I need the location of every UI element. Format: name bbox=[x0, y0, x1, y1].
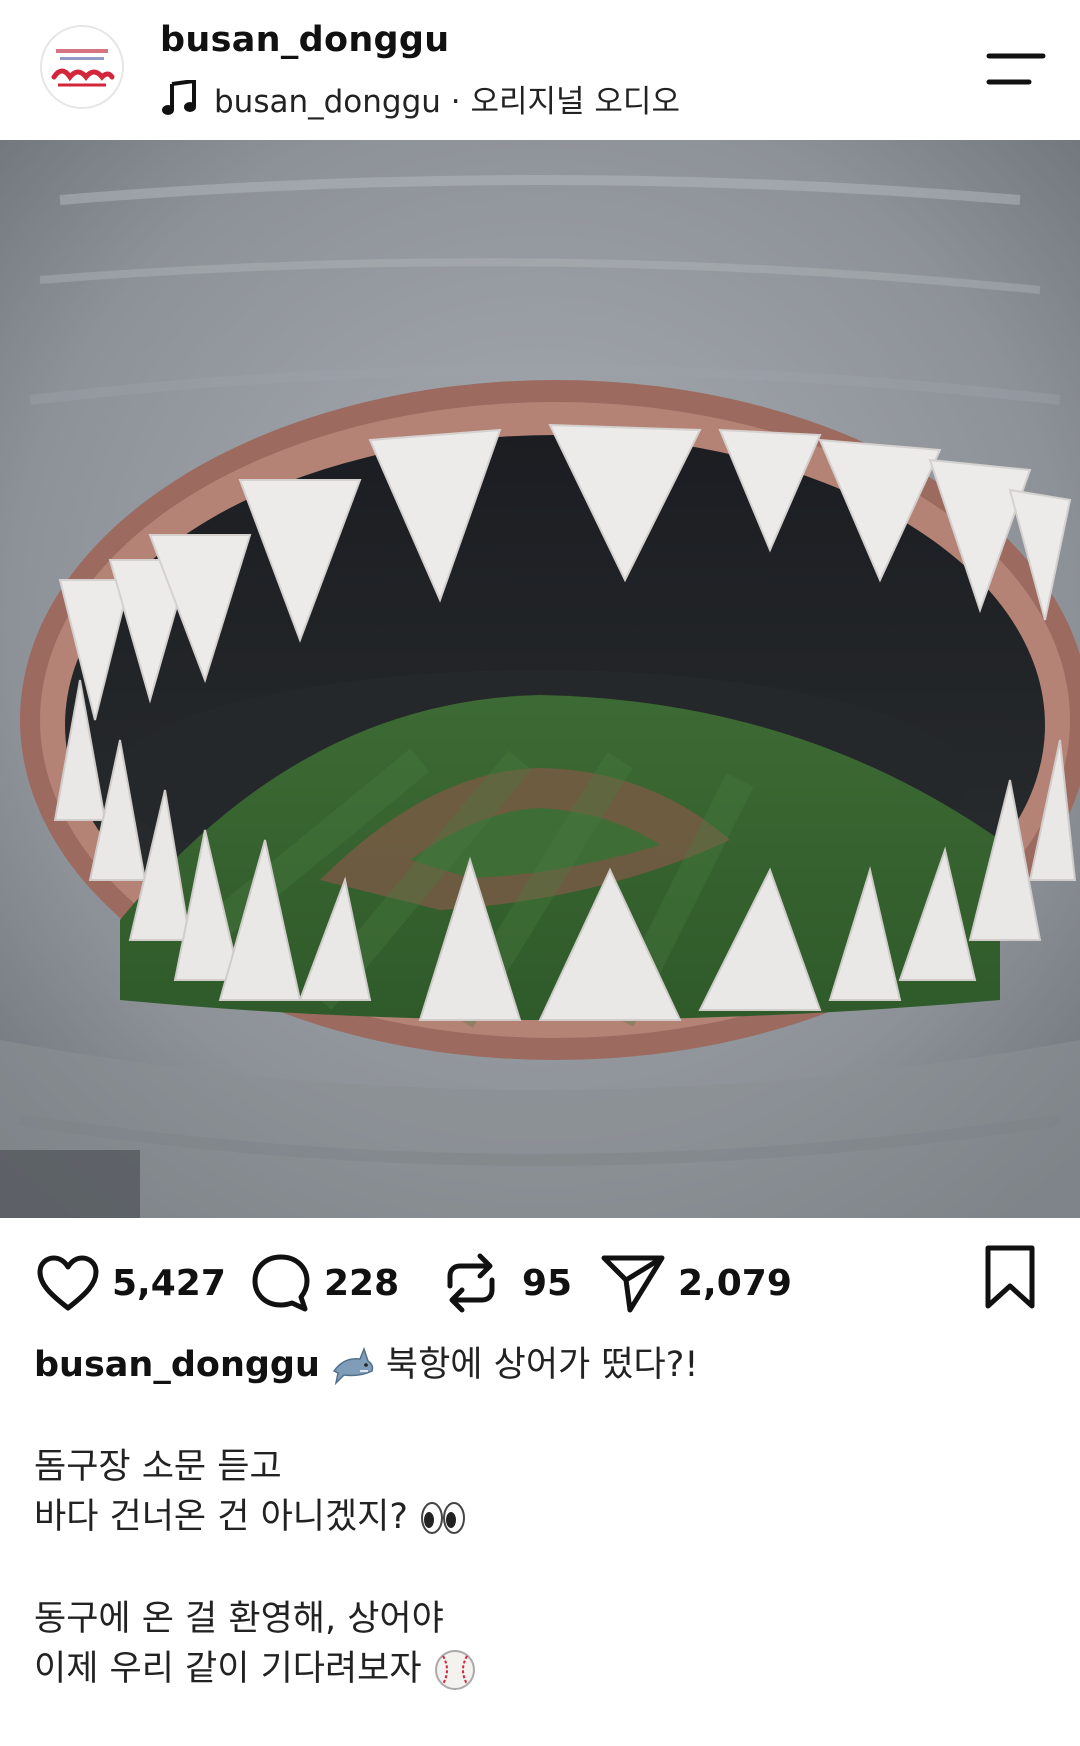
share-count: 2,079 bbox=[678, 1262, 792, 1304]
eyes-emoji-icon bbox=[421, 1502, 466, 1534]
post-username[interactable]: busan_donggu bbox=[160, 20, 449, 60]
caption-line-4: 동구에 온 걸 환영해, 상어야 bbox=[34, 1599, 444, 1639]
music-note-icon bbox=[162, 80, 196, 115]
caption-line-2: 돔구장 소문 듣고 bbox=[34, 1447, 282, 1487]
caption-line-5-row: 이제 우리 같이 기다려보자 bbox=[34, 1644, 1044, 1694]
post-header: busan_donggu busan_donggu · 오리지널 오디오 bbox=[0, 0, 1080, 140]
caption-first-line: busan_donggu 북항에 상어가 떴다?! bbox=[34, 1340, 1044, 1390]
menu-icon[interactable] bbox=[985, 48, 1047, 90]
audio-info[interactable]: busan_donggu · 오리지널 오디오 bbox=[160, 76, 680, 120]
caption-username[interactable]: busan_donggu bbox=[34, 1345, 320, 1385]
post-actions-bar: 5,427 228 95 2,079 bbox=[0, 1218, 1080, 1348]
post-media-video[interactable] bbox=[0, 140, 1080, 1218]
share-button[interactable]: 2,079 bbox=[600, 1248, 792, 1318]
shark-emoji-icon bbox=[332, 1346, 374, 1386]
comment-count: 228 bbox=[324, 1262, 400, 1304]
heart-icon bbox=[37, 1255, 99, 1311]
comment-button[interactable]: 228 bbox=[250, 1248, 399, 1318]
repost-button[interactable]: 95 bbox=[440, 1248, 572, 1318]
like-count: 5,427 bbox=[112, 1262, 226, 1304]
repost-count: 95 bbox=[522, 1262, 573, 1304]
comment-bubble-icon bbox=[252, 1254, 310, 1312]
caption-line-1: 북항에 상어가 떴다?! bbox=[385, 1345, 699, 1385]
paper-plane-icon bbox=[601, 1255, 665, 1313]
bookmark-icon[interactable] bbox=[982, 1244, 1038, 1310]
audio-label: busan_donggu · 오리지널 오디오 bbox=[214, 83, 680, 120]
post-caption: busan_donggu 북항에 상어가 떴다?! 돔구장 소문 듣고 바다 건… bbox=[34, 1340, 1044, 1694]
caption-line-3-row: 바다 건너온 건 아니겠지? bbox=[34, 1492, 1044, 1542]
shark-stadium-image bbox=[0, 140, 1080, 1218]
baseball-emoji-icon bbox=[434, 1650, 475, 1690]
repost-icon bbox=[447, 1253, 495, 1313]
caption-line-3: 바다 건너온 건 아니겠지? bbox=[34, 1497, 408, 1537]
like-button[interactable]: 5,427 bbox=[36, 1248, 226, 1318]
caption-line-5: 이제 우리 같이 기다려보자 bbox=[34, 1649, 422, 1689]
donggu-logo-avatar[interactable] bbox=[40, 25, 124, 109]
